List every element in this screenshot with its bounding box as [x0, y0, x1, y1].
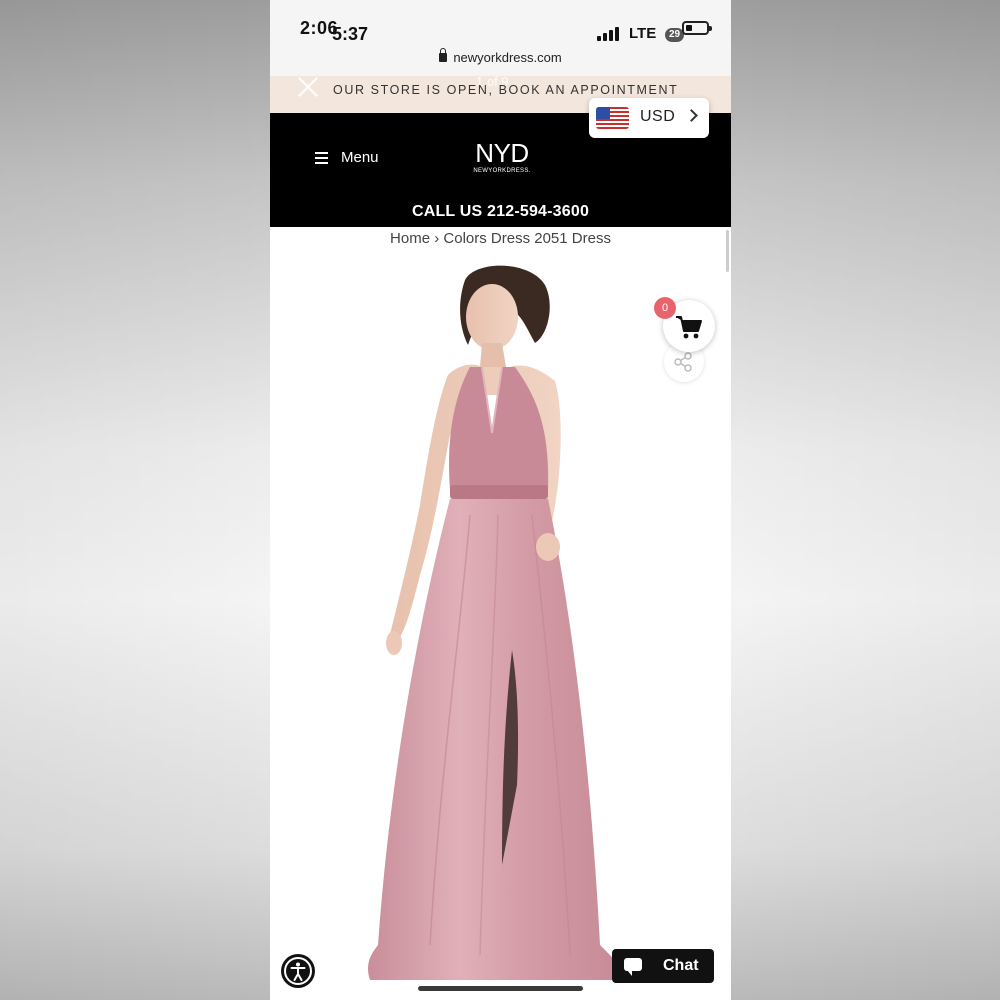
- logo-text: NYD: [475, 138, 529, 168]
- background-left: [0, 0, 270, 1000]
- breadcrumb: Home › Colors Dress 2051 Dress: [270, 230, 731, 247]
- url-text[interactable]: newyorkdress.com: [453, 50, 561, 65]
- chat-label: Chat: [663, 957, 699, 974]
- breadcrumb-home[interactable]: Home: [390, 230, 430, 247]
- close-icon[interactable]: [297, 76, 319, 98]
- call-us-link[interactable]: CALL US 212-594-3600: [270, 203, 731, 221]
- product-image[interactable]: [270, 255, 731, 1000]
- breadcrumb-separator: ›: [434, 230, 440, 247]
- status-time-overlap: 5:37: [332, 24, 369, 44]
- network-type: LTE: [629, 25, 657, 42]
- breadcrumb-current[interactable]: Colors Dress 2051 Dress: [443, 230, 611, 247]
- site-logo[interactable]: NYD NEWYORKDRESS.: [466, 139, 538, 175]
- flag-icon: [596, 107, 629, 129]
- cart-count-badge: 0: [654, 297, 676, 319]
- chat-button[interactable]: Chat: [612, 949, 714, 983]
- hamburger-icon: [315, 152, 328, 164]
- chevron-right-icon: [685, 109, 698, 122]
- phone-screen: 2:06 5:37 LTE 29 newyorkdress.com 1 of 9…: [270, 0, 731, 1000]
- url-bar[interactable]: newyorkdress.com: [270, 48, 731, 76]
- battery-icon: [682, 21, 712, 35]
- currency-selector[interactable]: USD: [589, 98, 709, 138]
- background-right: [731, 0, 1000, 1000]
- logo-subtext: NEWYORKDRESS.: [473, 168, 531, 174]
- accessibility-button[interactable]: [281, 954, 315, 988]
- menu-label: Menu: [341, 149, 379, 166]
- accessibility-icon: [284, 957, 312, 985]
- lock-icon: [439, 48, 448, 62]
- status-bar: 2:06 5:37 LTE 29: [270, 0, 731, 48]
- signal-icon: [597, 27, 621, 41]
- currency-label: USD: [640, 108, 676, 125]
- home-indicator[interactable]: [418, 986, 583, 991]
- chat-icon: [624, 958, 642, 976]
- announcement-text[interactable]: OUR STORE IS OPEN, BOOK AN APPOINTMENT: [333, 83, 678, 97]
- menu-button[interactable]: Menu: [315, 149, 379, 166]
